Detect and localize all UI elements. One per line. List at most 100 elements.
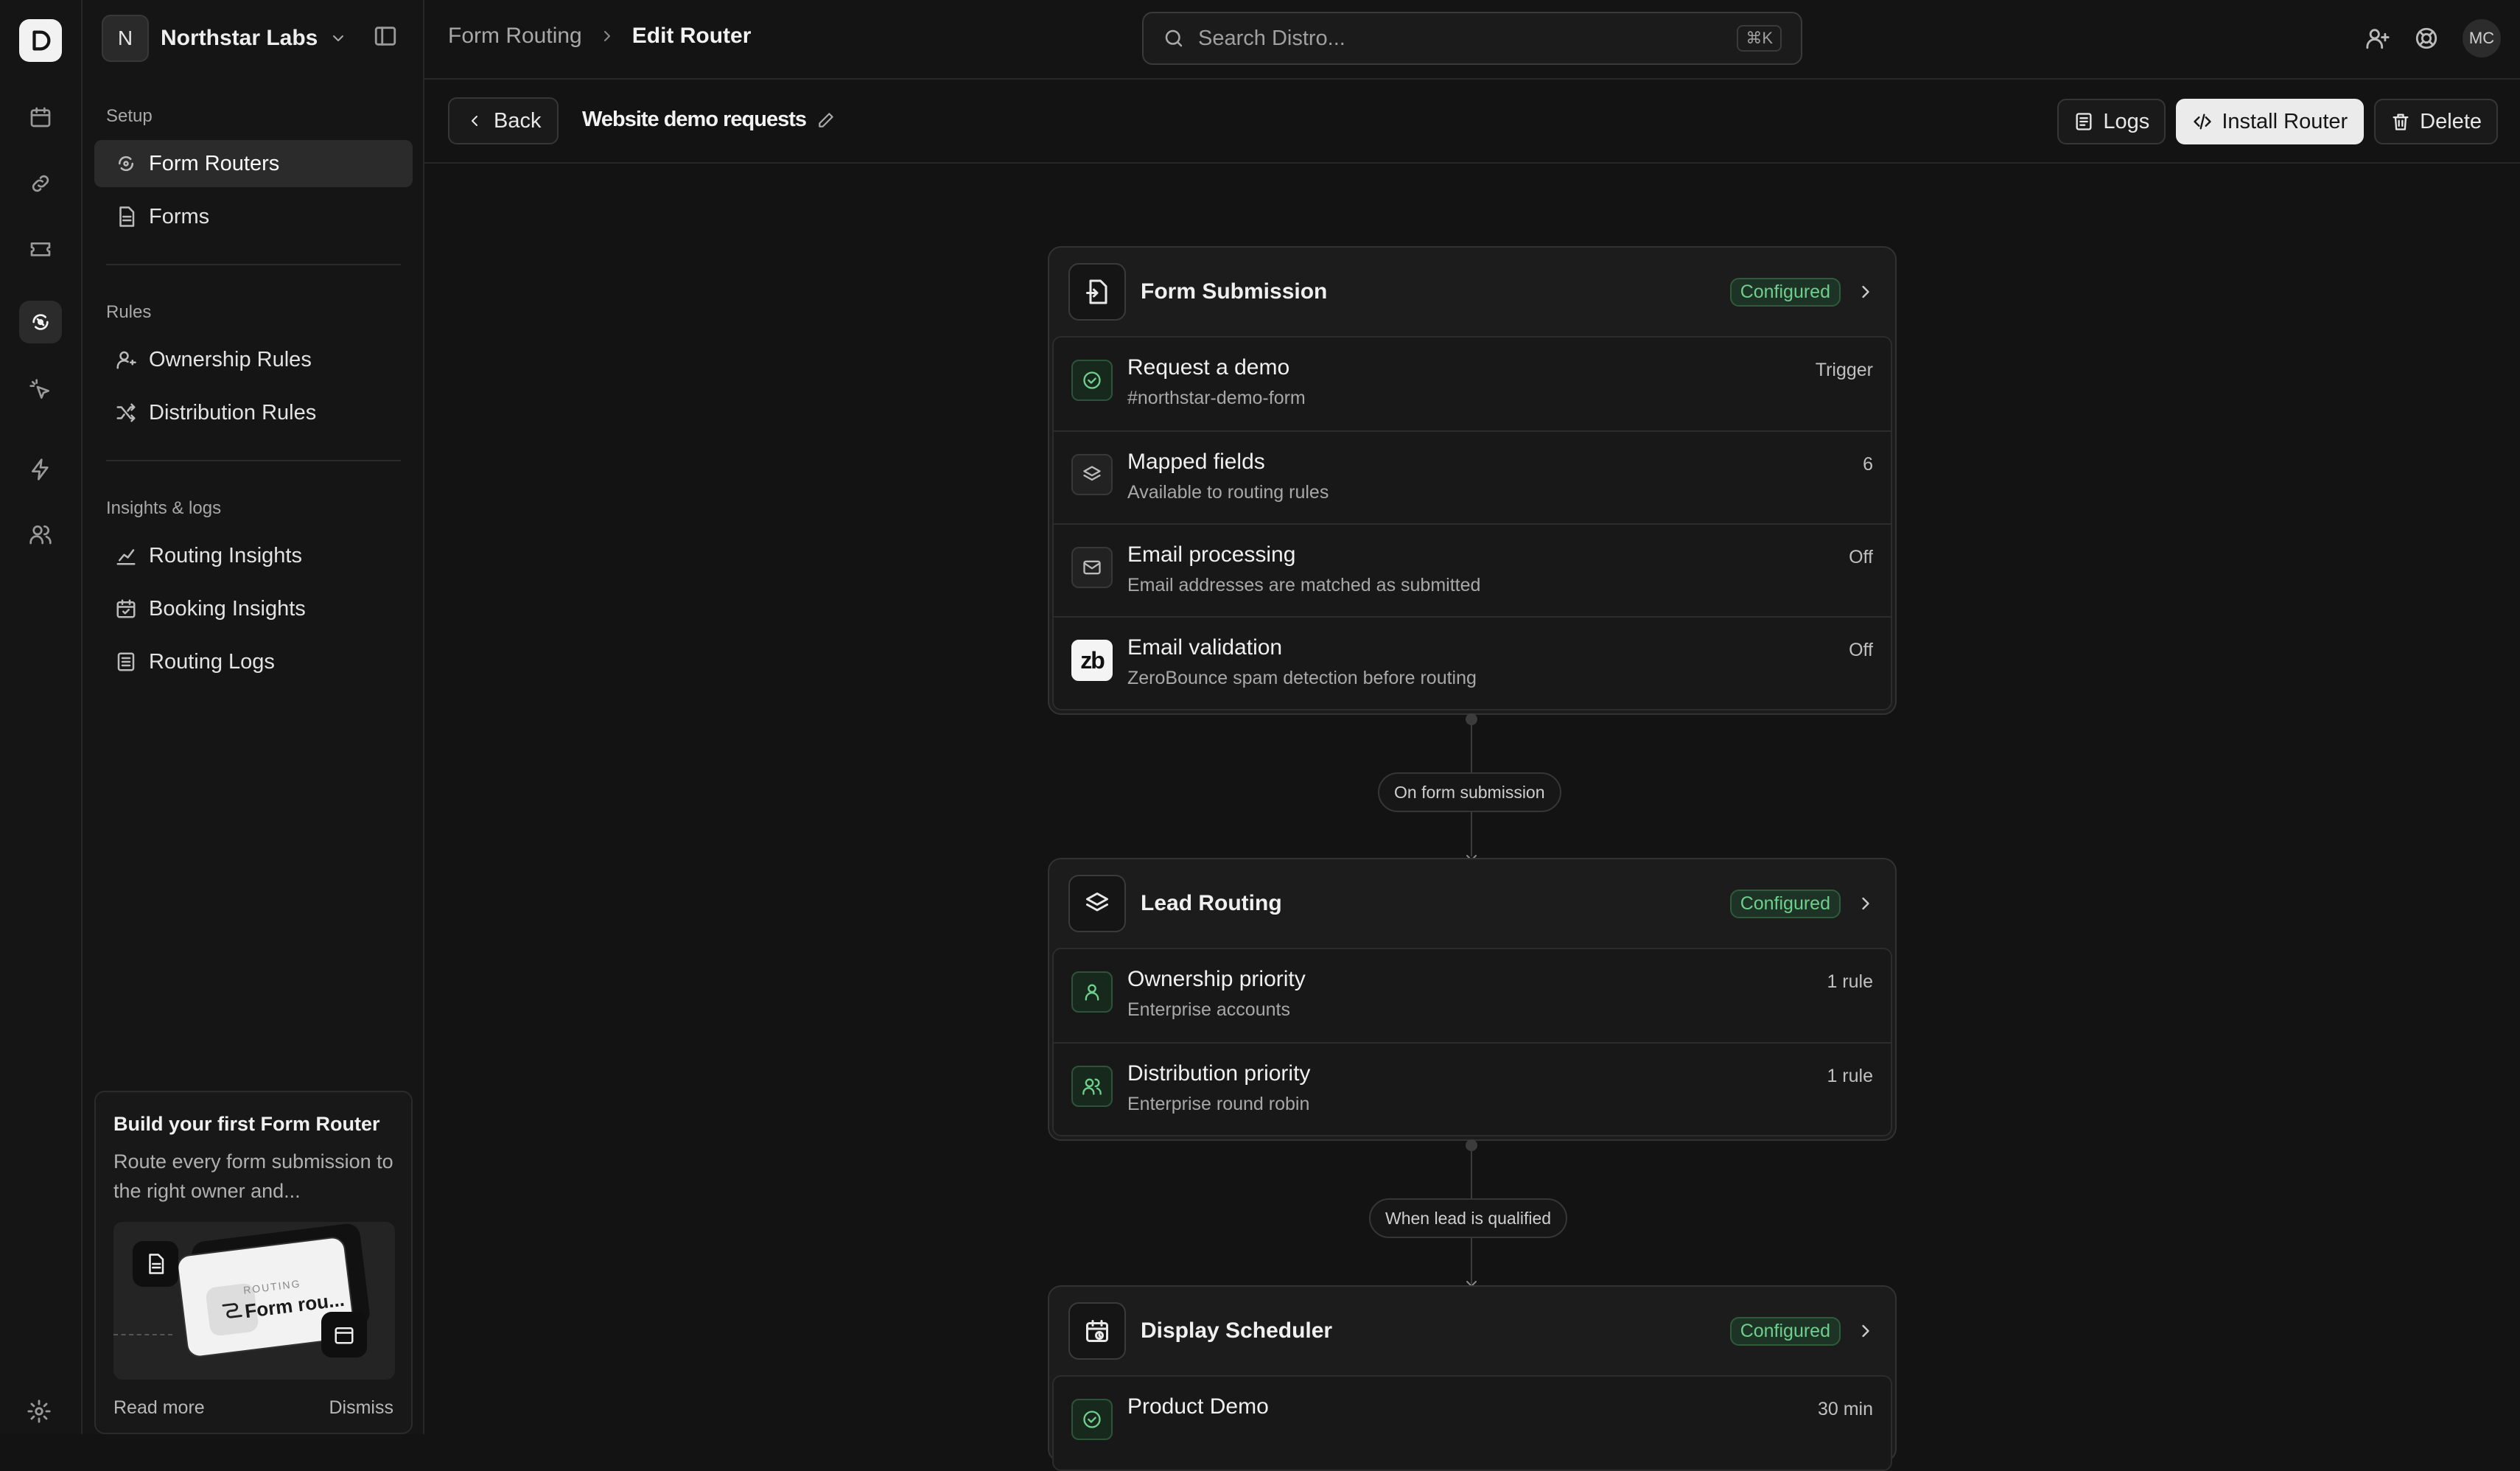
connector-line xyxy=(1471,719,1472,774)
install-router-button[interactable]: Install Router xyxy=(2176,99,2365,144)
calendar-icon[interactable] xyxy=(19,96,62,139)
row-subtitle: Available to routing rules xyxy=(1127,482,1329,503)
top-bar: Form Routing Edit Router ⌘K MC xyxy=(424,0,2520,80)
status-badge: Configured xyxy=(1729,277,1841,307)
install-label: Install Router xyxy=(2222,109,2348,133)
users-icon[interactable] xyxy=(19,513,62,556)
sidebar-item-routing-insights[interactable]: Routing Insights xyxy=(94,532,413,579)
row-value: 1 rule xyxy=(1827,971,1873,992)
toolbar-actions: Logs Install Router Delete xyxy=(2057,99,2498,144)
logs-button[interactable]: Logs xyxy=(2057,99,2166,144)
sidebar-item-form-routers[interactable]: Form Routers xyxy=(94,140,413,187)
sidebar-item-label: Distribution Rules xyxy=(149,400,317,424)
display-scheduler-card[interactable]: Display Scheduler Configured Product Dem… xyxy=(1048,1285,1897,1471)
sidebar-item-distribution-rules[interactable]: Distribution Rules xyxy=(94,389,413,436)
card-title: Display Scheduler xyxy=(1141,1318,1333,1343)
layers-icon xyxy=(1068,875,1126,932)
workspace-switcher[interactable]: N Northstar Labs xyxy=(102,15,347,62)
add-user-icon[interactable] xyxy=(2365,26,2390,51)
list-item-mapped-fields[interactable]: Mapped fields Available to routing rules … xyxy=(1054,430,1891,523)
icon-rail xyxy=(0,0,83,1434)
sidebar-item-label: Routing Logs xyxy=(149,649,275,674)
connector-label: When lead is qualified xyxy=(1369,1198,1568,1238)
app-logo[interactable] xyxy=(19,19,62,62)
list-item-email-processing[interactable]: Email processing Email addresses are matc… xyxy=(1054,523,1891,616)
row-title: Email processing xyxy=(1127,542,1296,567)
sidebar-toggle-icon[interactable] xyxy=(373,24,398,49)
section-header-rules: Rules xyxy=(106,302,152,322)
form-submission-card[interactable]: Form Submission Configured Request a dem… xyxy=(1048,246,1897,715)
lead-routing-card[interactable]: Lead Routing Configured Ownership priori… xyxy=(1048,858,1897,1141)
list-item-distribution-priority[interactable]: Distribution priority Enterprise round ro… xyxy=(1054,1042,1891,1135)
dismiss-link[interactable]: Dismiss xyxy=(329,1397,394,1419)
sidebar-item-forms[interactable]: Forms xyxy=(94,193,413,240)
sidebar-item-booking-insights[interactable]: Booking Insights xyxy=(94,585,413,632)
help-lifebuoy-icon[interactable] xyxy=(2414,26,2439,51)
calendar-icon xyxy=(321,1312,367,1358)
card-body: Request a demo #northstar-demo-form Trigg… xyxy=(1052,336,1892,710)
row-value: 1 rule xyxy=(1827,1066,1873,1086)
connector-label: On form submission xyxy=(1378,772,1561,812)
row-value: 30 min xyxy=(1817,1399,1873,1419)
section-header-insights: Insights & logs xyxy=(106,498,222,518)
chevron-right-icon xyxy=(1855,1321,1876,1341)
router-icon xyxy=(115,153,137,175)
promo-description: Route every form submission to the right… xyxy=(113,1150,393,1202)
router-toolbar: Back Website demo requests Logs Install … xyxy=(424,81,2520,164)
row-title: Product Demo xyxy=(1127,1394,1269,1419)
row-subtitle: Enterprise round robin xyxy=(1127,1094,1310,1114)
search-bar[interactable]: ⌘K xyxy=(1142,12,1802,65)
read-more-link[interactable]: Read more xyxy=(113,1397,205,1419)
sidebar-item-label: Forms xyxy=(149,204,210,228)
row-subtitle: ZeroBounce spam detection before routing xyxy=(1127,668,1477,688)
sidebar-item-label: Booking Insights xyxy=(149,596,306,621)
card-header[interactable]: Form Submission Configured xyxy=(1049,248,1895,336)
ticket-icon[interactable] xyxy=(19,227,62,270)
user-icon xyxy=(1071,971,1113,1013)
card-header[interactable]: Lead Routing Configured xyxy=(1049,859,1895,948)
divider xyxy=(106,460,401,461)
sidebar-item-routing-logs[interactable]: Routing Logs xyxy=(94,638,413,685)
chart-icon xyxy=(115,545,137,567)
search-input[interactable] xyxy=(1198,26,1724,51)
row-title: Request a demo xyxy=(1127,355,1290,380)
code-icon xyxy=(2192,111,2213,132)
sidebar-item-label: Routing Insights xyxy=(149,543,302,567)
row-subtitle: Enterprise accounts xyxy=(1127,999,1290,1020)
users-icon xyxy=(1071,1066,1113,1107)
user-avatar[interactable]: MC xyxy=(2463,19,2501,57)
row-value: Off xyxy=(1849,640,1873,660)
sidebar: N Northstar Labs Setup Form Routers Form… xyxy=(83,0,424,1434)
lightning-icon[interactable] xyxy=(19,448,62,491)
card-header[interactable]: Display Scheduler Configured xyxy=(1049,1287,1895,1375)
cursor-click-icon[interactable] xyxy=(19,368,62,411)
card-body: Ownership priority Enterprise accounts 1 … xyxy=(1052,948,1892,1136)
list-item-request-demo[interactable]: Request a demo #northstar-demo-form Trigg… xyxy=(1054,338,1891,430)
chevron-right-icon xyxy=(1855,282,1876,302)
sidebar-item-ownership-rules[interactable]: Ownership Rules xyxy=(94,336,413,383)
breadcrumb: Form Routing Edit Router xyxy=(448,24,751,49)
dashed-line xyxy=(113,1334,172,1335)
list-item-ownership-priority[interactable]: Ownership priority Enterprise accounts 1 … xyxy=(1054,949,1891,1042)
list-item-product-demo[interactable]: Product Demo 30 min xyxy=(1054,1377,1891,1470)
delete-button[interactable]: Delete xyxy=(2374,99,2498,144)
sidebar-item-label: Ownership Rules xyxy=(149,347,312,371)
pencil-icon[interactable] xyxy=(816,111,836,130)
logs-icon xyxy=(2073,111,2094,132)
sidebar-item-label: Form Routers xyxy=(149,151,280,175)
row-value: Trigger xyxy=(1815,360,1873,380)
search-icon xyxy=(1163,27,1185,49)
row-title: Distribution priority xyxy=(1127,1061,1311,1086)
settings-gear-icon[interactable] xyxy=(27,1399,52,1424)
trash-icon xyxy=(2390,111,2411,132)
top-bar-actions: MC xyxy=(2365,19,2501,57)
breadcrumb-parent[interactable]: Form Routing xyxy=(448,24,582,49)
row-value: Off xyxy=(1849,547,1873,567)
back-button[interactable]: Back xyxy=(448,97,559,144)
router-name[interactable]: Website demo requests xyxy=(582,108,836,132)
router-icon[interactable] xyxy=(19,301,62,343)
list-item-email-validation[interactable]: zb Email validation ZeroBounce spam detec… xyxy=(1054,616,1891,709)
row-title: Email validation xyxy=(1127,635,1283,660)
mail-icon xyxy=(1071,547,1113,588)
link-icon[interactable] xyxy=(19,162,62,205)
